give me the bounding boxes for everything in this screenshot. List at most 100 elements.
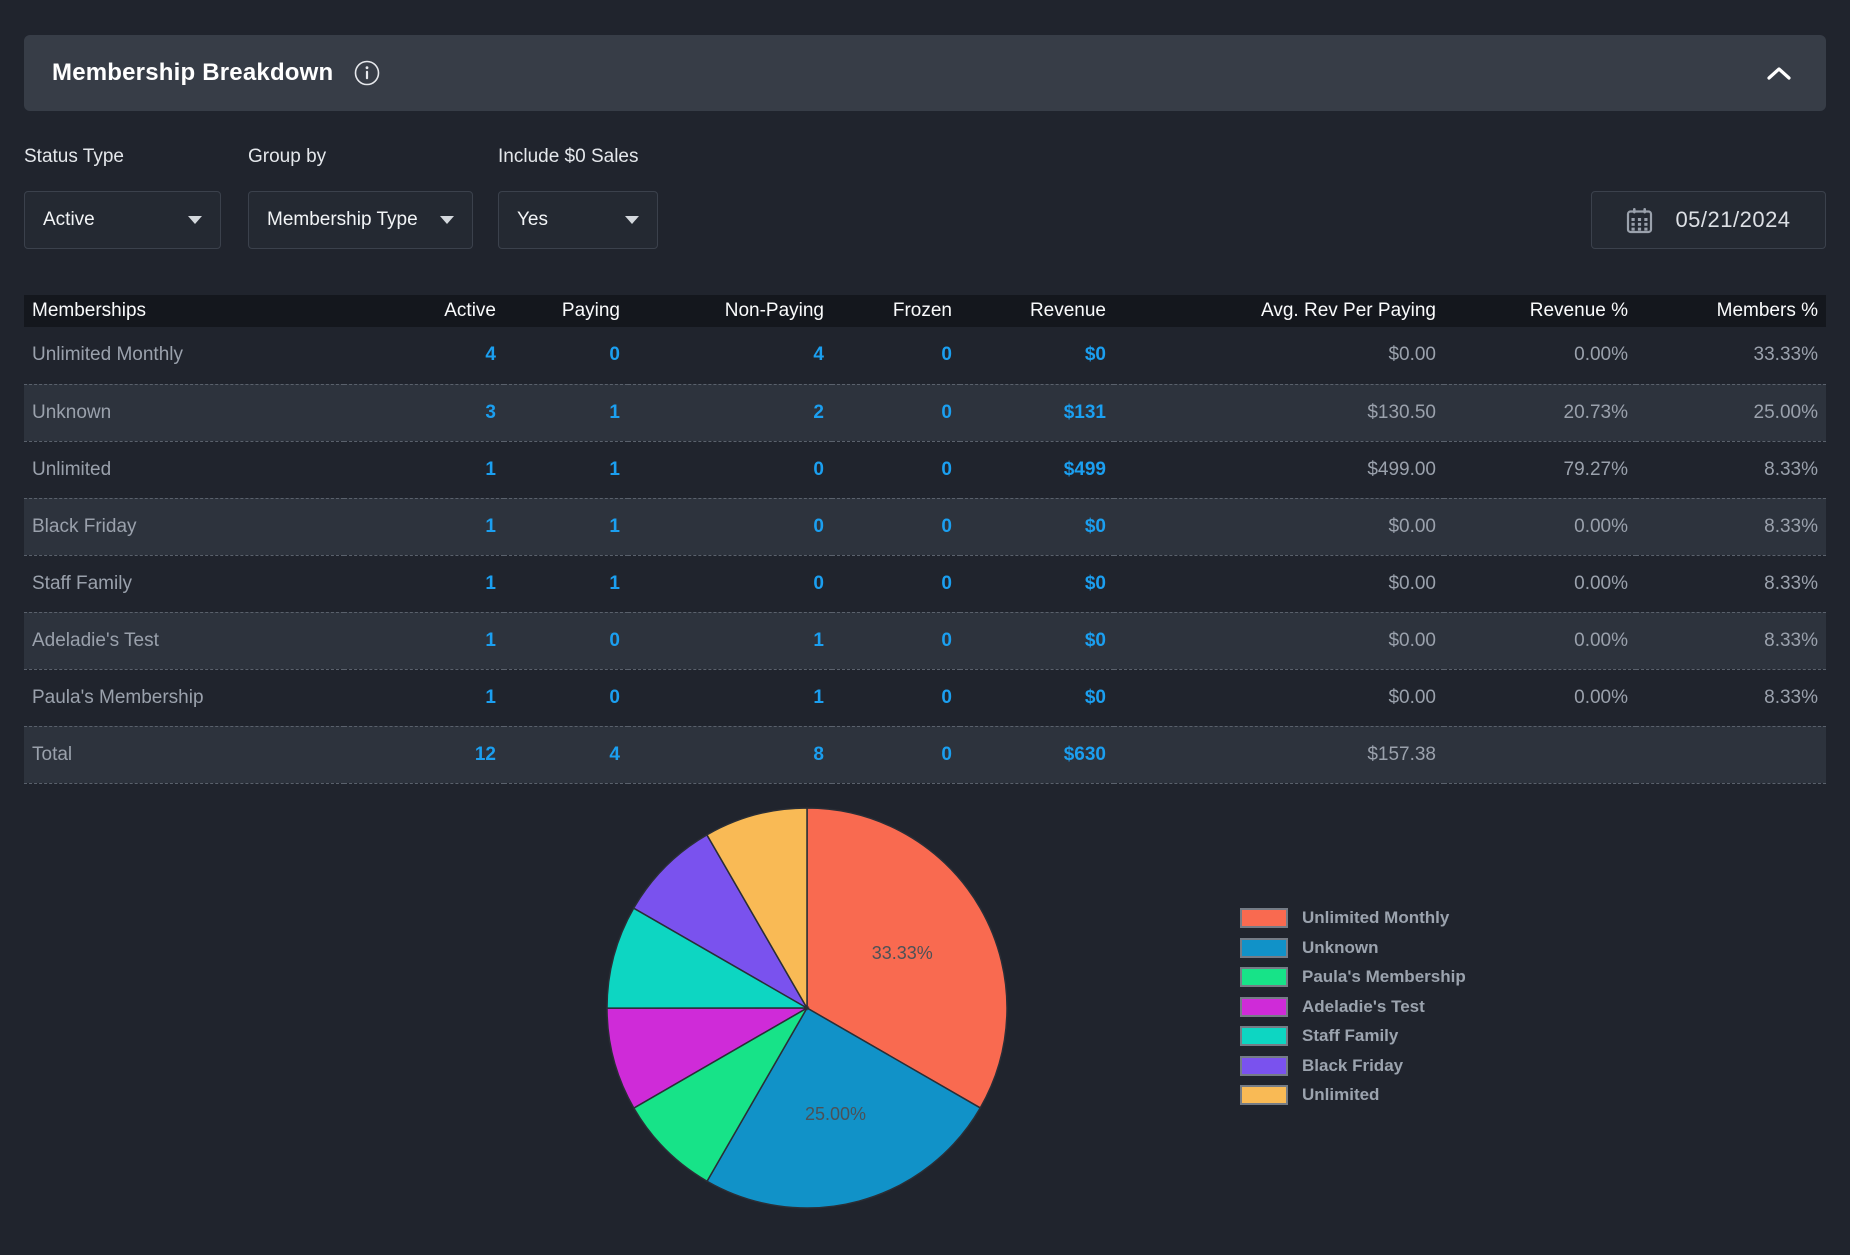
cell-avg-rev-per-paying: $0.00 — [1388, 572, 1436, 594]
pie-slice-label: 25.00% — [805, 1104, 866, 1124]
cell-paying: 1 — [609, 572, 620, 594]
cell-revenue-: 0.00% — [1444, 611, 1636, 670]
cell-members-: 8.33% — [1764, 686, 1818, 708]
cell-active: 1 — [344, 611, 504, 670]
legend-item-unknown[interactable]: Unknown — [1240, 933, 1466, 963]
legend-item-unlimited[interactable]: Unlimited — [1240, 1081, 1466, 1111]
cell-memberships: Black Friday — [24, 497, 344, 556]
cell-members-: 8.33% — [1636, 611, 1826, 670]
column-header-avg-rev-per-paying: Avg. Rev Per Paying — [1114, 295, 1444, 327]
cell-revenue-: 79.27% — [1563, 458, 1628, 480]
table-row: Paula's Membership 1 0 1 0 $0 $0.00 0.00% 8.33% — [24, 669, 1826, 726]
legend-label: Paula's Membership — [1302, 967, 1466, 987]
cell-active: 1 — [485, 572, 496, 594]
cell-members-: 8.33% — [1764, 572, 1818, 594]
cell-frozen: 0 — [941, 458, 952, 480]
cell-revenue: $0 — [960, 497, 1114, 556]
table-header-row: Memberships Active Paying Non-Paying Frozen R… — [24, 295, 1826, 327]
membership-table: Memberships Active Paying Non-Paying Frozen R… — [24, 295, 1826, 784]
cell-paying: 1 — [504, 497, 628, 556]
cell-active: 3 — [344, 383, 504, 442]
pie-slice-label: 33.33% — [872, 943, 933, 963]
cell-revenue: $0 — [1084, 344, 1106, 366]
cell-active: 1 — [485, 686, 496, 708]
legend-label: Adeladie's Test — [1302, 996, 1425, 1016]
date-value: 05/21/2024 — [1675, 207, 1791, 232]
chevron-down-icon — [625, 216, 639, 224]
chart-area: 33.33% 25.00% Unlimited Monthly Unknown Pau… — [24, 784, 1826, 1223]
status-type-label: Status Type — [24, 146, 124, 167]
cell-revenue-: 0.00% — [1574, 686, 1628, 708]
cell-active: 1 — [485, 458, 496, 480]
cell-frozen: 0 — [832, 383, 960, 442]
collapse-chevron-up-icon[interactable] — [1760, 60, 1798, 87]
cell-avg-rev-per-paying: $157.38 — [1114, 725, 1444, 784]
cell-active: 12 — [344, 725, 504, 784]
legend-item-unlimited-monthly[interactable]: Unlimited Monthly — [1240, 904, 1466, 934]
include-zero-sales-label: Include $0 Sales — [498, 146, 639, 167]
filter-status-type: Status Type Active — [24, 146, 221, 249]
cell-members-: 25.00% — [1636, 383, 1826, 442]
cell-non-paying: 8 — [628, 725, 832, 784]
date-picker[interactable]: 05/21/2024 — [1591, 191, 1826, 249]
cell-avg-rev-per-paying: $130.50 — [1114, 383, 1444, 442]
legend-swatch — [1240, 1055, 1288, 1076]
legend-label: Unlimited — [1302, 1085, 1380, 1105]
filter-include-zero-sales: Include $0 Sales Yes — [498, 146, 658, 249]
legend-swatch — [1240, 908, 1288, 929]
cell-revenue-: 0.00% — [1574, 344, 1628, 366]
legend-swatch — [1240, 996, 1288, 1017]
cell-non-paying: 1 — [628, 611, 832, 670]
cell-active: 1 — [344, 497, 504, 556]
cell-frozen: 0 — [832, 725, 960, 784]
cell-memberships: Staff Family — [32, 572, 132, 594]
cell-revenue-: 20.73% — [1444, 383, 1636, 442]
table-row: Adeladie's Test 1 0 1 0 $0 $0.00 0.00% 8.33% — [24, 611, 1826, 670]
legend-label: Unlimited Monthly — [1302, 908, 1450, 928]
cell-paying: 0 — [504, 611, 628, 670]
legend-item-black-friday[interactable]: Black Friday — [1240, 1051, 1466, 1081]
cell-revenue: $131 — [960, 383, 1114, 442]
include-zero-sales-select[interactable]: Yes — [498, 191, 658, 249]
legend-item-staff-family[interactable]: Staff Family — [1240, 1022, 1466, 1052]
legend-item-paula-s-membership[interactable]: Paula's Membership — [1240, 963, 1466, 993]
cell-avg-rev-per-paying: $0.00 — [1388, 686, 1436, 708]
group-by-select[interactable]: Membership Type — [248, 191, 473, 249]
cell-paying: 1 — [609, 458, 620, 480]
cell-avg-rev-per-paying: $0.00 — [1388, 344, 1436, 366]
pie-legend: Unlimited Monthly Unknown Paula's Membersh… — [1240, 904, 1466, 1111]
legend-label: Staff Family — [1302, 1026, 1399, 1046]
legend-swatch — [1240, 937, 1288, 958]
cell-non-paying: 0 — [813, 458, 824, 480]
cell-revenue: $0 — [960, 611, 1114, 670]
column-header-revenue-: Revenue % — [1444, 295, 1636, 327]
chevron-down-icon — [188, 216, 202, 224]
status-type-select[interactable]: Active — [24, 191, 221, 249]
info-icon[interactable] — [353, 59, 381, 87]
cell-memberships: Paula's Membership — [32, 686, 204, 708]
cell-revenue- — [1444, 725, 1636, 784]
cell-active: 4 — [485, 344, 496, 366]
cell-paying: 0 — [609, 686, 620, 708]
table-row: Black Friday 1 1 0 0 $0 $0.00 0.00% 8.33% — [24, 497, 1826, 556]
filters-row: Status Type Active Group by Membership T… — [24, 146, 1826, 249]
cell-frozen: 0 — [832, 611, 960, 670]
cell-frozen: 0 — [941, 344, 952, 366]
cell-revenue-: 0.00% — [1444, 497, 1636, 556]
membership-breakdown-panel: Membership Breakdown Status Type Active … — [0, 35, 1850, 1223]
cell-non-paying: 1 — [813, 686, 824, 708]
cell-frozen: 0 — [941, 686, 952, 708]
group-by-value: Membership Type — [267, 209, 418, 230]
include-zero-sales-value: Yes — [517, 209, 548, 230]
cell-members- — [1636, 725, 1826, 784]
legend-swatch — [1240, 1026, 1288, 1047]
legend-item-adeladie-s-test[interactable]: Adeladie's Test — [1240, 992, 1466, 1022]
cell-frozen: 0 — [941, 572, 952, 594]
cell-members-: 8.33% — [1636, 497, 1826, 556]
cell-paying: 0 — [609, 344, 620, 366]
status-type-value: Active — [43, 209, 95, 230]
cell-memberships: Unknown — [24, 383, 344, 442]
cell-non-paying: 0 — [813, 572, 824, 594]
legend-swatch — [1240, 967, 1288, 988]
table-row: Unlimited 1 1 0 0 $499 $499.00 79.27% 8.33% — [24, 441, 1826, 498]
